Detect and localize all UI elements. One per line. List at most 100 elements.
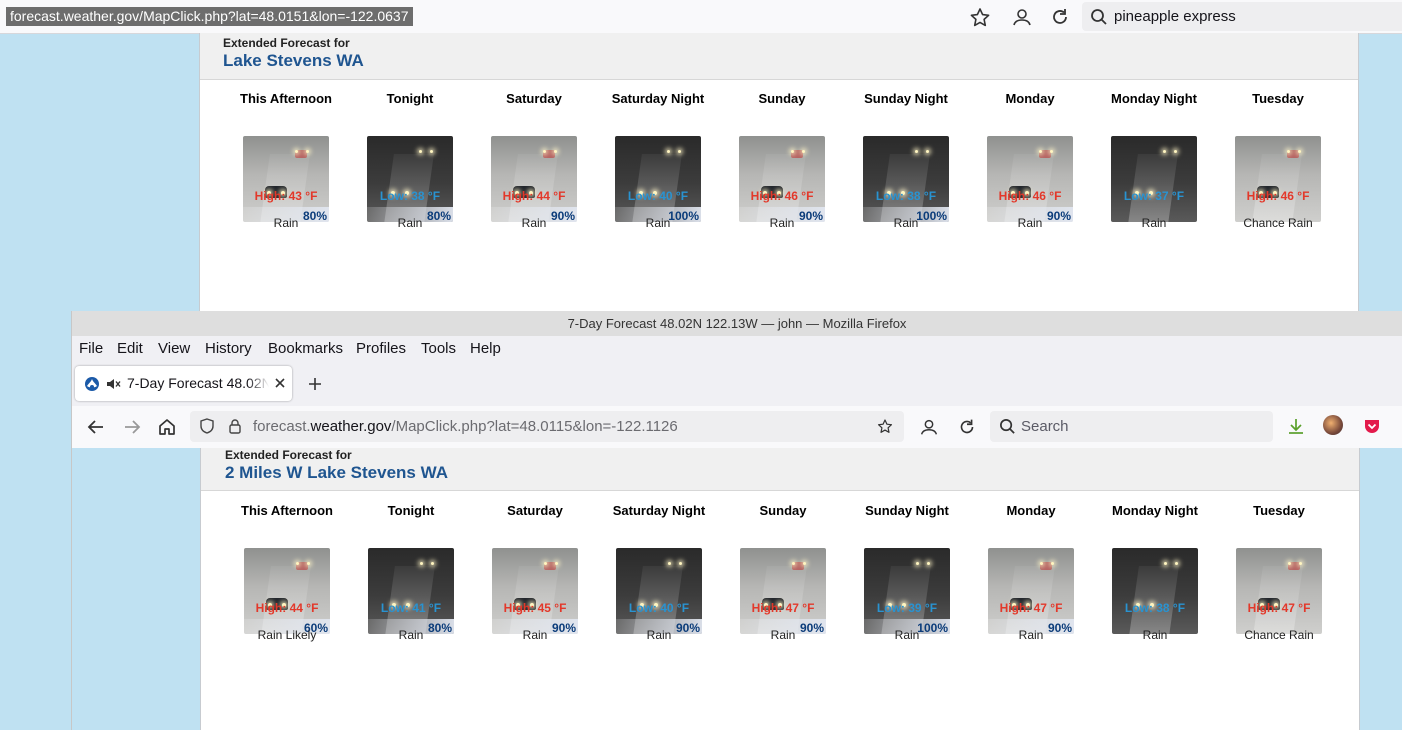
temperature: Low: 39 °F	[876, 601, 938, 615]
weather-image[interactable]: 90%	[740, 548, 826, 634]
weather-image[interactable]: 80%	[243, 136, 329, 222]
forecast-period: Tuesday High: 47 °F Chance Rain	[1217, 503, 1341, 693]
short-description: Rain	[1141, 216, 1167, 230]
weather-image[interactable]: 90%	[491, 136, 577, 222]
menu-edit[interactable]: Edit	[117, 340, 143, 357]
headlight-shape	[667, 150, 670, 153]
menu-profiles[interactable]: Profiles	[356, 340, 406, 357]
short-description: Chance Rain	[1243, 216, 1313, 230]
background-search-bar[interactable]: pineapple express	[1082, 2, 1402, 31]
weather-image[interactable]: 90%	[616, 548, 702, 634]
forward-icon[interactable]	[121, 416, 143, 438]
tab-strip: 7-Day Forecast 48.02N 122.13W	[72, 362, 1402, 406]
headlight-shape	[554, 150, 557, 153]
tab-forecast[interactable]: 7-Day Forecast 48.02N 122.13W	[75, 366, 292, 401]
period-name: Monday	[1005, 91, 1055, 106]
temperature: Low: 40 °F	[628, 601, 690, 615]
weather-image[interactable]	[1236, 548, 1322, 634]
page-content: Extended Forecast for 2 Miles W Lake Ste…	[72, 448, 1402, 730]
search-query: pineapple express	[1114, 8, 1236, 25]
plus-icon[interactable]	[305, 374, 325, 394]
short-description: Rain	[770, 628, 796, 642]
headlight-shape	[792, 562, 795, 565]
weather-image[interactable]	[1112, 548, 1198, 634]
weather-image[interactable]	[1111, 136, 1197, 222]
background-navigation-bar: forecast.weather.gov/MapClick.php?lat=48…	[0, 0, 1402, 34]
forecast-period: Saturday Night 90% Low: 40 °F Rain	[597, 503, 721, 693]
close-icon[interactable]	[272, 375, 288, 391]
menu-history[interactable]: History	[205, 340, 252, 357]
temperature: Low: 38 °F	[379, 189, 441, 203]
short-description: Rain	[398, 628, 424, 642]
reload-icon[interactable]	[956, 416, 978, 438]
period-name: Saturday	[506, 91, 562, 106]
weather-image[interactable]: 80%	[368, 548, 454, 634]
short-description: Rain	[645, 216, 671, 230]
weather-image[interactable]: 60%	[244, 548, 330, 634]
temperature: Low: 38 °F	[1124, 601, 1186, 615]
temperature: Low: 38 °F	[875, 189, 937, 203]
weather-image[interactable]: 100%	[863, 136, 949, 222]
period-name: Saturday Night	[611, 91, 705, 106]
period-name: Saturday Night	[612, 503, 706, 518]
weather-image[interactable]: 90%	[492, 548, 578, 634]
short-description: Rain Likely	[257, 628, 317, 642]
search-icon	[1000, 419, 1015, 434]
forecast-period: Sunday Night 100% Low: 38 °F Rain	[844, 91, 968, 281]
bookmark-star-icon[interactable]	[968, 6, 992, 28]
weather-image[interactable]	[1235, 136, 1321, 222]
headlight-shape	[791, 150, 794, 153]
short-description: Rain	[1017, 216, 1043, 230]
forecast-period: Saturday 90% High: 45 °F Rain	[473, 503, 597, 693]
period-name: Monday	[1006, 503, 1056, 518]
account-icon[interactable]	[918, 416, 940, 438]
pocket-icon[interactable]	[1362, 416, 1382, 436]
forecast-period: This Afternoon 60% High: 44 °F Rain Likely	[225, 503, 349, 693]
account-icon[interactable]	[1010, 6, 1034, 28]
weather-image[interactable]: 100%	[615, 136, 701, 222]
headlight-shape	[430, 150, 433, 153]
reload-icon[interactable]	[1048, 6, 1072, 28]
home-icon[interactable]	[156, 416, 178, 438]
shield-icon[interactable]	[199, 418, 215, 434]
weather-image[interactable]: 90%	[988, 548, 1074, 634]
lock-icon[interactable]	[227, 418, 243, 434]
forecast-period: Sunday 90% High: 47 °F Rain	[721, 503, 845, 693]
temperature: High: 46 °F	[750, 189, 814, 203]
search-bar[interactable]: Search	[990, 411, 1273, 442]
forecast-location-link[interactable]: Lake Stevens WA	[223, 51, 364, 71]
download-icon[interactable]	[1286, 416, 1306, 436]
forecast-header: Extended Forecast for Lake Stevens WA	[200, 33, 1358, 80]
menu-view[interactable]: View	[158, 340, 190, 357]
forecast-period: Saturday 90% High: 44 °F Rain	[472, 91, 596, 281]
period-name: Sunday	[758, 91, 806, 106]
search-placeholder: Search	[1021, 418, 1069, 435]
forecast-period: Monday Night Low: 38 °F Rain	[1093, 503, 1217, 693]
short-description: Chance Rain	[1244, 628, 1314, 642]
headlight-shape	[916, 562, 919, 565]
bookmark-star-icon[interactable]	[876, 417, 894, 435]
url-prefix: forecast.	[253, 418, 311, 435]
background-address-bar[interactable]: forecast.weather.gov/MapClick.php?lat=48…	[6, 7, 413, 26]
forecast-location-link[interactable]: 2 Miles W Lake Stevens WA	[225, 463, 448, 483]
address-url: forecast.weather.gov/MapClick.php?lat=48…	[253, 418, 678, 435]
menu-tools[interactable]: Tools	[421, 340, 456, 357]
avatar[interactable]	[1323, 415, 1343, 435]
period-name: Tuesday	[1252, 91, 1304, 106]
mute-icon[interactable]	[105, 376, 121, 392]
weather-image[interactable]: 90%	[739, 136, 825, 222]
menu-file[interactable]: File	[79, 340, 103, 357]
weather-image[interactable]: 100%	[864, 548, 950, 634]
weather-image[interactable]: 90%	[987, 136, 1073, 222]
headlight-shape	[420, 562, 423, 565]
menu-bookmarks[interactable]: Bookmarks	[268, 340, 343, 357]
forecast-period: Saturday Night 100% Low: 40 °F Rain	[596, 91, 720, 281]
headlight-shape	[1299, 562, 1302, 565]
menu-help[interactable]: Help	[470, 340, 501, 357]
short-description: Rain	[522, 628, 548, 642]
back-icon[interactable]	[85, 416, 107, 438]
address-bar[interactable]: forecast.weather.gov/MapClick.php?lat=48…	[190, 411, 904, 442]
headlight-shape	[1287, 150, 1290, 153]
weather-image[interactable]: 80%	[367, 136, 453, 222]
period-name: Tonight	[387, 503, 435, 518]
